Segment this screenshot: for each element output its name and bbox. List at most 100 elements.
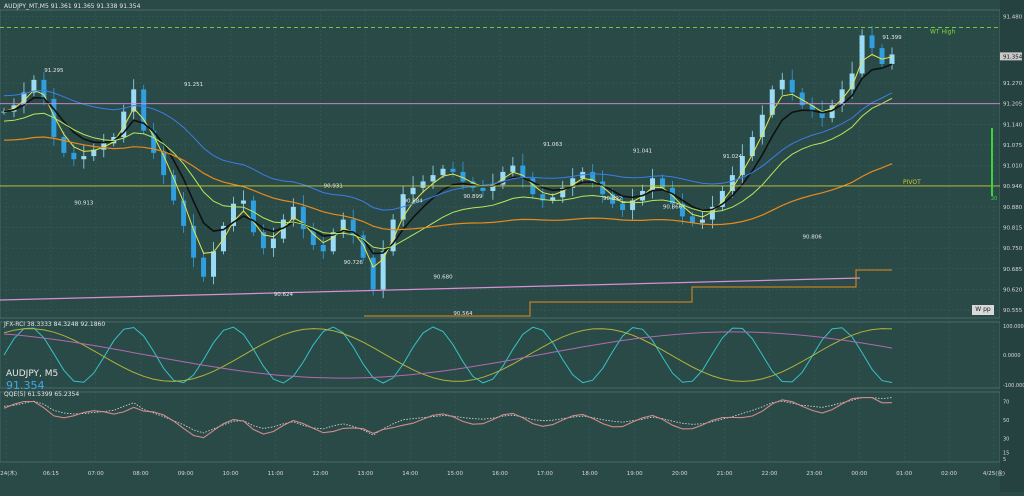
price-label: 90.913 — [74, 200, 94, 206]
candle-body — [440, 168, 446, 176]
bid-price-big: 91.354 — [6, 379, 45, 392]
time-axis-tick: 10:00 — [223, 471, 239, 477]
candle-body — [779, 79, 785, 90]
time-axis-tick: 11:00 — [268, 471, 284, 477]
price-axis-tick: 91.010 — [1003, 164, 1023, 170]
candle-body — [480, 187, 486, 191]
price-label: 90.624 — [274, 292, 294, 298]
pivot-label: PIVOT — [903, 179, 921, 186]
indicator-axis-tick: 70 — [1003, 399, 1009, 405]
price-label: 90.892 — [603, 196, 622, 202]
price-axis-tick: 91.480 — [1003, 14, 1023, 20]
candle-body — [41, 79, 47, 99]
time-axis-tick: 17:00 — [537, 471, 553, 477]
candle-body — [201, 257, 207, 277]
candle-body — [889, 54, 895, 64]
candle-body — [250, 200, 256, 233]
candle-body — [789, 79, 795, 93]
time-axis-tick: 09:00 — [178, 471, 194, 477]
time-axis-tick: 21:00 — [717, 471, 733, 477]
price-label: 90.680 — [433, 274, 453, 280]
main-chart-header: AUDJPY_MT,M5 91.361 91.365 91.338 91.354 — [4, 3, 141, 10]
candle-body — [620, 203, 626, 211]
price-axis-tick: 91.270 — [1003, 81, 1023, 87]
time-axis-tick: 12:00 — [312, 471, 328, 477]
candle-body — [270, 238, 276, 249]
price-label: 90.931 — [324, 184, 343, 190]
price-axis-tick: 91.205 — [1003, 102, 1023, 108]
candle-body — [181, 200, 187, 226]
price-label: 90.726 — [344, 260, 364, 266]
time-axis-tick: 00:00 — [851, 471, 867, 477]
candle-body — [61, 137, 67, 153]
indicator-axis-tick: 5 — [1003, 457, 1006, 463]
time-axis-tick: 01:00 — [896, 471, 912, 477]
price-axis-tick: 90.685 — [1003, 267, 1023, 273]
time-axis-tick: 13:00 — [357, 471, 373, 477]
qqe-pane — [0, 391, 1001, 463]
indicator-axis-tick: 100.0000 — [1003, 324, 1024, 330]
price-axis-tick: 91.075 — [1003, 143, 1023, 149]
candle-body — [240, 200, 246, 204]
time-axis-tick: 19:00 — [627, 471, 643, 477]
candle-body — [749, 137, 755, 157]
price-axis-tick: 90.620 — [1003, 287, 1023, 293]
time-axis-tick: 23:00 — [806, 471, 822, 477]
chart-canvas[interactable]: WT High PIVOT 20 91.295 91.251 91.063 91.041 91… — [0, 0, 1024, 492]
candle-body — [660, 178, 666, 188]
indicator-axis-tick: 50 — [1003, 418, 1009, 424]
time-axis-tick: 06:15 — [43, 471, 59, 477]
price-axis-tick: 91.140 — [1003, 122, 1023, 128]
price-label: 90.899 — [463, 194, 483, 200]
candle-body — [71, 152, 77, 160]
chart-window: WT High PIVOT 20 91.295 91.251 91.063 91.041 91… — [0, 0, 1024, 492]
price-label: 90.884 — [403, 199, 423, 205]
time-axis-tick: 22:00 — [762, 471, 778, 477]
candle-body — [430, 175, 436, 182]
price-label: 91.399 — [882, 35, 902, 41]
indicator-axis-tick: 15 — [1003, 451, 1009, 457]
indicator-axis-tick: 30 — [1003, 437, 1009, 443]
candle-body — [211, 251, 217, 277]
price-label: 91.041 — [633, 149, 652, 155]
candle-body — [510, 165, 516, 172]
price-axis-tick: 90.750 — [1003, 246, 1023, 252]
w-pp-badge: W pp — [972, 305, 994, 315]
time-axis-tick: 18:00 — [582, 471, 598, 477]
price-axis-tick: 90.555 — [1003, 308, 1023, 314]
candle-body — [769, 89, 775, 115]
rci-header: JFX-RCI 38.3333 84.3248 92.1860 — [4, 321, 106, 328]
candle-body — [699, 219, 705, 223]
symbol-label: AUDJPY, M5 — [6, 369, 59, 379]
price-label: 91.251 — [184, 82, 203, 88]
wt-high-label: WT High — [930, 28, 955, 35]
time-axis-tick: 15:00 — [447, 471, 463, 477]
time-axis-tick: 4/24(木) — [0, 469, 17, 477]
time-axis-tick: 08:00 — [133, 471, 149, 477]
time-axis-tick: 07:00 — [88, 471, 104, 477]
price-label: 91.295 — [44, 68, 64, 74]
time-axis-tick: 02:00 — [941, 471, 957, 477]
price-label: 91.024 — [723, 154, 743, 160]
price-axis-tick: 90.880 — [1003, 205, 1023, 211]
indicator-axis-tick: -100.0000 — [1003, 383, 1024, 389]
candle-body — [450, 168, 456, 172]
candle-body — [869, 35, 875, 49]
candle-body — [689, 216, 695, 223]
price-axis-tick: 90.946 — [1003, 184, 1023, 190]
qqe-header: QQE(5) 61.5399 65.2354 — [4, 391, 80, 398]
candle-body — [380, 251, 386, 290]
price-label: 90.866 — [663, 204, 683, 210]
indicator-axis-tick: 0.0000 — [1003, 353, 1021, 359]
candle-body — [320, 244, 326, 252]
price-axis-tick: 90.815 — [1003, 226, 1023, 232]
time-axis-tick: 20:00 — [672, 471, 688, 477]
candle-body — [859, 35, 865, 74]
time-axis-tick: 14:00 — [402, 471, 418, 477]
price-axis-tick: 91.354 — [1003, 54, 1023, 60]
time-axis-tick: 16:00 — [492, 471, 508, 477]
price-label: 91.063 — [543, 142, 563, 148]
price-label: 90.806 — [803, 234, 823, 240]
candle-body — [81, 156, 87, 160]
candle-body — [879, 48, 885, 64]
